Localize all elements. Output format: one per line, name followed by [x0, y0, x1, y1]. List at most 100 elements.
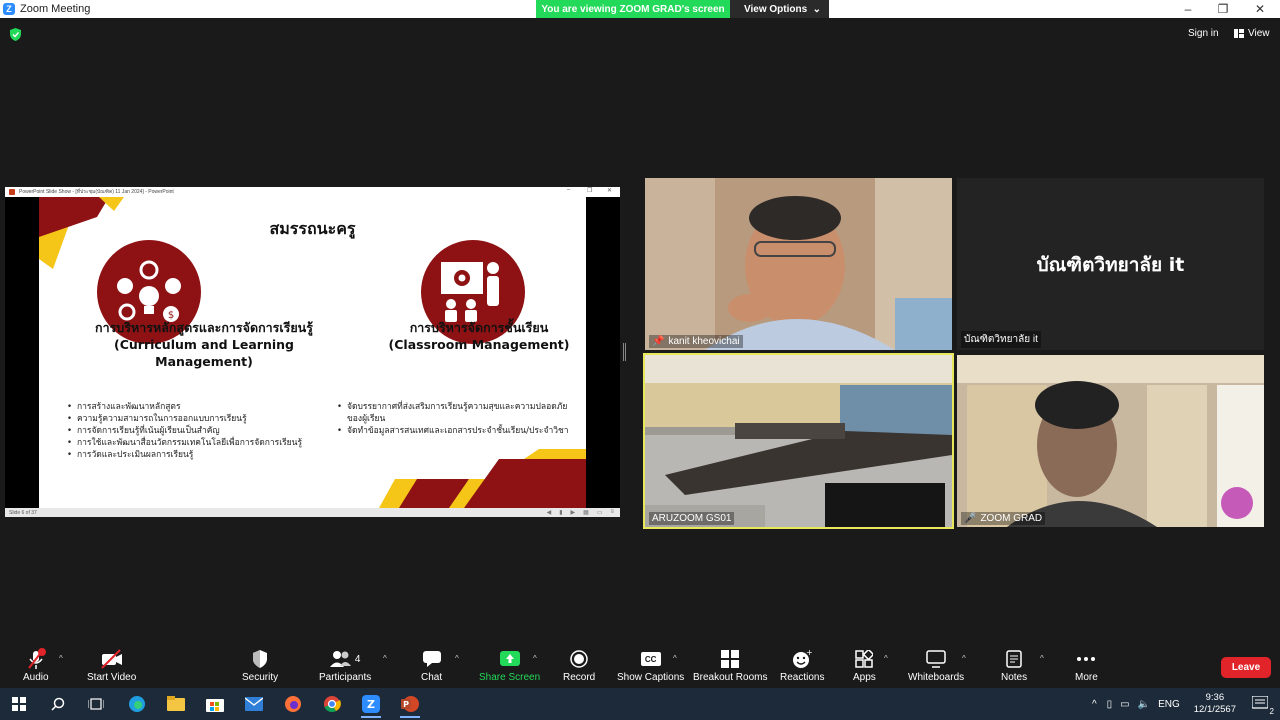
audio-button[interactable]: Audio: [23, 648, 49, 683]
reactions-button[interactable]: + Reactions: [780, 648, 824, 683]
shared-screen[interactable]: PowerPoint Slide Show - [ที่ประชุม(บัณฑิ…: [5, 187, 620, 517]
view-button[interactable]: View: [1234, 28, 1270, 39]
slide-title: สมรรถนะครู: [269, 219, 356, 238]
notes-icon: ▭: [596, 510, 603, 516]
slide-counter: Slide 6 of 37: [9, 509, 37, 516]
participant-name-label: 📌 kanit kheovichai: [649, 335, 743, 348]
record-button[interactable]: Record: [563, 648, 595, 683]
firefox-icon[interactable]: [279, 693, 307, 715]
share-screen-button[interactable]: Share Screen: [479, 648, 540, 683]
classroom-bullets: จัดบรรยากาศที่ส่งเสริมการเรียนรู้ความสุข…: [337, 401, 579, 437]
list-item: จัดทำข้อมูลสารสนเทศและเอกสารประจำชั้นเรี…: [337, 425, 579, 437]
view-options-label: View Options: [744, 3, 808, 15]
audio-options-caret-icon[interactable]: ^: [59, 654, 63, 663]
powerpoint-taskbar-icon[interactable]: P: [396, 693, 424, 718]
notes-button[interactable]: Notes: [1001, 648, 1027, 683]
apps-caret-icon[interactable]: ^: [884, 654, 888, 663]
chat-button[interactable]: Chat: [421, 648, 442, 683]
captions-caret-icon[interactable]: ^: [673, 654, 677, 663]
curriculum-bullets: การสร้างและพัฒนาหลักสูตร ความรู้ความสามา…: [67, 401, 357, 461]
powerpoint-icon: [9, 189, 15, 195]
curriculum-heading-english: (Curriculum and Learning Management): [114, 337, 294, 369]
grid-view-icon: [1234, 29, 1244, 38]
share-screen-caret-icon[interactable]: ^: [533, 654, 537, 663]
volume-icon[interactable]: 🔈: [1138, 699, 1150, 710]
list-item: การวัดและประเมินผลการเรียนรู้: [67, 449, 357, 461]
participants-button[interactable]: 4 Participants: [319, 648, 371, 683]
video-tile-graduate-school-it[interactable]: บัณฑิตวิทยาลัย it บัณฑิตวิทยาลัย it: [957, 178, 1264, 350]
leave-button[interactable]: Leave: [1221, 657, 1271, 678]
breakout-rooms-label: Breakout Rooms: [693, 672, 768, 683]
notes-caret-icon[interactable]: ^: [1040, 654, 1044, 663]
pin-icon: 📌: [652, 336, 665, 347]
video-tile-kanit[interactable]: 📌 kanit kheovichai: [645, 178, 952, 350]
clock-date: 12/1/2567: [1193, 704, 1236, 715]
participants-count: 4: [354, 653, 361, 665]
apps-icon: [855, 650, 874, 668]
language-indicator[interactable]: ENG: [1158, 699, 1180, 710]
clock[interactable]: 9:36 12/1/2567: [1194, 692, 1236, 716]
file-explorer-icon[interactable]: [162, 693, 190, 715]
record-icon: [570, 650, 588, 668]
video-tile-zoom-grad[interactable]: 🎤 ZOOM GRAD: [957, 355, 1264, 527]
edge-browser-icon[interactable]: [123, 693, 151, 715]
list-item: การใช้และพัฒนาสื่อนวัตกรรมเทคโนโลยีเพื่อ…: [67, 437, 357, 449]
chrome-icon[interactable]: [318, 693, 346, 715]
whiteboards-button[interactable]: Whiteboards: [908, 648, 964, 683]
apps-button[interactable]: Apps: [853, 648, 876, 683]
participant-video: [645, 178, 952, 350]
notification-center-icon[interactable]: 2: [1251, 695, 1274, 716]
view-options-button[interactable]: View Options ⌄: [730, 0, 829, 18]
powerpoint-title-bar: PowerPoint Slide Show - [ที่ประชุม(บัณฑิ…: [5, 187, 620, 197]
record-label: Record: [563, 672, 596, 683]
show-hidden-icons-chevron-icon[interactable]: ^: [1092, 699, 1097, 710]
network-icon[interactable]: ▭: [1120, 699, 1129, 710]
maximize-button[interactable]: ❐: [1205, 0, 1241, 18]
system-tray: ^ ▯ ▭ 🔈 ENG 9:36 12/1/2567 2: [1092, 688, 1280, 720]
start-video-button[interactable]: Start Video: [87, 648, 136, 683]
participant-display-name: บัณฑิตวิทยาลัย it: [1036, 254, 1185, 276]
grid-icon: ▦: [583, 510, 589, 516]
more-dots-icon: [1077, 657, 1096, 661]
participant-name-label: ARUZOOM GS01: [649, 512, 735, 525]
close-button[interactable]: ✕: [1242, 0, 1278, 18]
svg-text:P: P: [403, 700, 409, 709]
share-screen-label: Share Screen: [479, 672, 541, 683]
video-tile-aruzoom-gs01[interactable]: ARUZOOM GS01: [643, 353, 954, 529]
zoom-taskbar-icon[interactable]: Z: [357, 693, 385, 718]
participants-icon: [329, 651, 351, 667]
more-label: More: [1075, 672, 1098, 683]
sign-in-link[interactable]: Sign in: [1188, 28, 1219, 39]
device-icon[interactable]: ▯: [1107, 699, 1113, 710]
whiteboards-caret-icon[interactable]: ^: [962, 654, 966, 663]
splitter-handle[interactable]: [623, 343, 626, 361]
participants-caret-icon[interactable]: ^: [383, 654, 387, 663]
share-screen-icon: [499, 651, 520, 666]
participants-label: Participants: [319, 672, 372, 683]
mail-icon[interactable]: [240, 693, 268, 715]
audio-label: Audio: [23, 672, 49, 683]
list-item: การสร้างและพัฒนาหลักสูตร: [67, 401, 357, 413]
apps-label: Apps: [853, 672, 876, 683]
windows-start-icon[interactable]: [5, 693, 33, 715]
curriculum-heading: การบริหารหลักสูตรและการจัดการเรียนรู้ (C…: [69, 319, 339, 370]
more-button[interactable]: More: [1075, 648, 1098, 683]
muted-microphone-icon: 🎤: [964, 513, 977, 524]
notes-label: Notes: [1001, 672, 1028, 683]
microsoft-store-icon[interactable]: [201, 693, 229, 715]
chat-caret-icon[interactable]: ^: [455, 654, 459, 663]
svg-text:Z: Z: [367, 698, 375, 711]
encryption-shield-icon[interactable]: [10, 28, 21, 41]
prev-icon: ◀: [546, 510, 552, 516]
participant-name-label: บัณฑิตวิทยาลัย it: [961, 331, 1041, 348]
participant-name: kanit kheovichai: [668, 336, 740, 347]
minimize-button[interactable]: –: [1170, 0, 1206, 18]
whiteboard-icon: [926, 650, 946, 668]
search-icon[interactable]: [44, 693, 72, 715]
smiley-icon: +: [793, 649, 812, 668]
participant-name: ARUZOOM GS01: [652, 513, 732, 524]
security-button[interactable]: Security: [242, 648, 278, 683]
whiteboards-label: Whiteboards: [908, 672, 965, 683]
task-view-icon[interactable]: [82, 693, 110, 715]
breakout-rooms-button[interactable]: Breakout Rooms: [693, 648, 767, 683]
